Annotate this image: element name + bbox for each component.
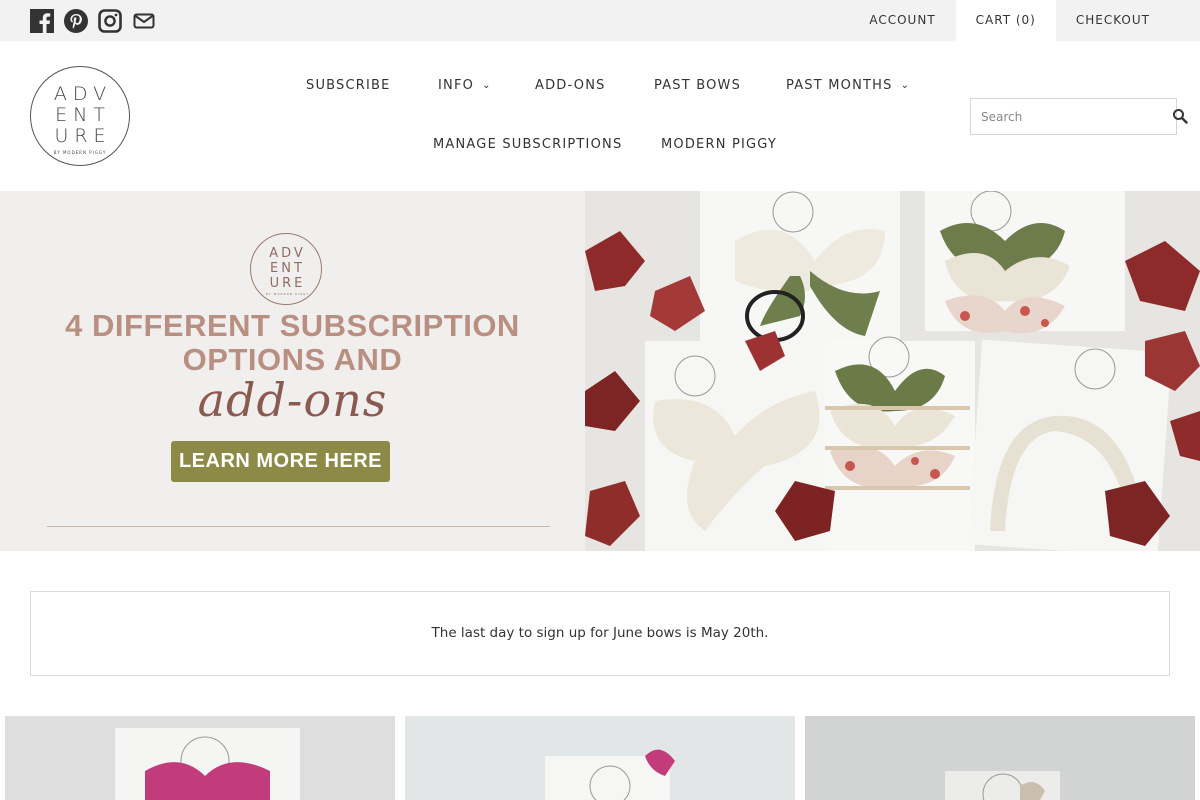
product-tile[interactable] [805, 716, 1195, 800]
logo-tagline: BY MODERN PIGGY [53, 150, 107, 155]
hero-headline-line-2: OPTIONS AND [182, 342, 403, 377]
nav-item-modern-piggy[interactable]: MODERN PIGGY [661, 135, 777, 155]
nav-item-manage-subscriptions[interactable]: MANAGE SUBSCRIPTIONS [433, 135, 622, 155]
notice-banner: The last day to sign up for June bows is… [30, 591, 1170, 676]
product-image [5, 716, 395, 800]
chevron-down-icon: ⌄ [482, 80, 492, 91]
hero-promo-banner[interactable]: ADV ENT URE BY MODERN PIGGY 4 DIFFERENT … [0, 191, 585, 551]
nav-item-info[interactable]: INFO ⌄ [438, 76, 492, 97]
notice-text: The last day to sign up for June bows is… [431, 625, 769, 641]
hero-product-photo[interactable] [585, 191, 1200, 551]
divider [47, 526, 550, 527]
logo-line-1: ADV [53, 83, 113, 105]
top-utility-bar: ACCOUNT CART (0) CHECKOUT [0, 0, 1200, 41]
product-image [805, 716, 1195, 800]
product-image [405, 716, 795, 800]
site-logo[interactable]: ADV ENT URE BY MODERN PIGGY [30, 66, 130, 166]
nav-item-past-bows[interactable]: PAST BOWS [654, 76, 741, 96]
search-box [970, 98, 1177, 135]
account-link[interactable]: ACCOUNT [849, 0, 955, 41]
email-icon[interactable] [132, 9, 156, 33]
checkout-link[interactable]: CHECKOUT [1056, 0, 1170, 41]
cart-link[interactable]: CART (0) [955, 0, 1056, 41]
nav-item-past-months[interactable]: PAST MONTHS ⌄ [786, 76, 910, 97]
instagram-icon[interactable] [98, 9, 122, 33]
nav-item-subscribe[interactable]: SUBSCRIBE [306, 76, 391, 96]
nav-item-add-ons[interactable]: ADD-ONS [535, 76, 606, 96]
product-tile[interactable] [5, 716, 395, 800]
bows-photo-illustration [585, 191, 1200, 551]
hero-script-text: add-ons [197, 373, 388, 427]
search-input[interactable] [971, 99, 1141, 134]
chevron-down-icon: ⌄ [900, 80, 911, 91]
hero-headline-line-1: 4 DIFFERENT SUBSCRIPTION [65, 308, 520, 343]
facebook-icon[interactable] [30, 9, 54, 34]
learn-more-button[interactable]: LEARN MORE HERE [171, 441, 390, 482]
logo-line-3: URE [54, 125, 112, 147]
hero-logo: ADV ENT URE BY MODERN PIGGY [250, 233, 322, 305]
search-icon[interactable] [1172, 108, 1188, 124]
product-tile[interactable] [405, 716, 795, 800]
pinterest-icon[interactable] [64, 9, 88, 33]
logo-line-2: ENT [55, 104, 111, 126]
social-links [30, 9, 156, 34]
utility-links: ACCOUNT CART (0) CHECKOUT [849, 0, 1170, 41]
